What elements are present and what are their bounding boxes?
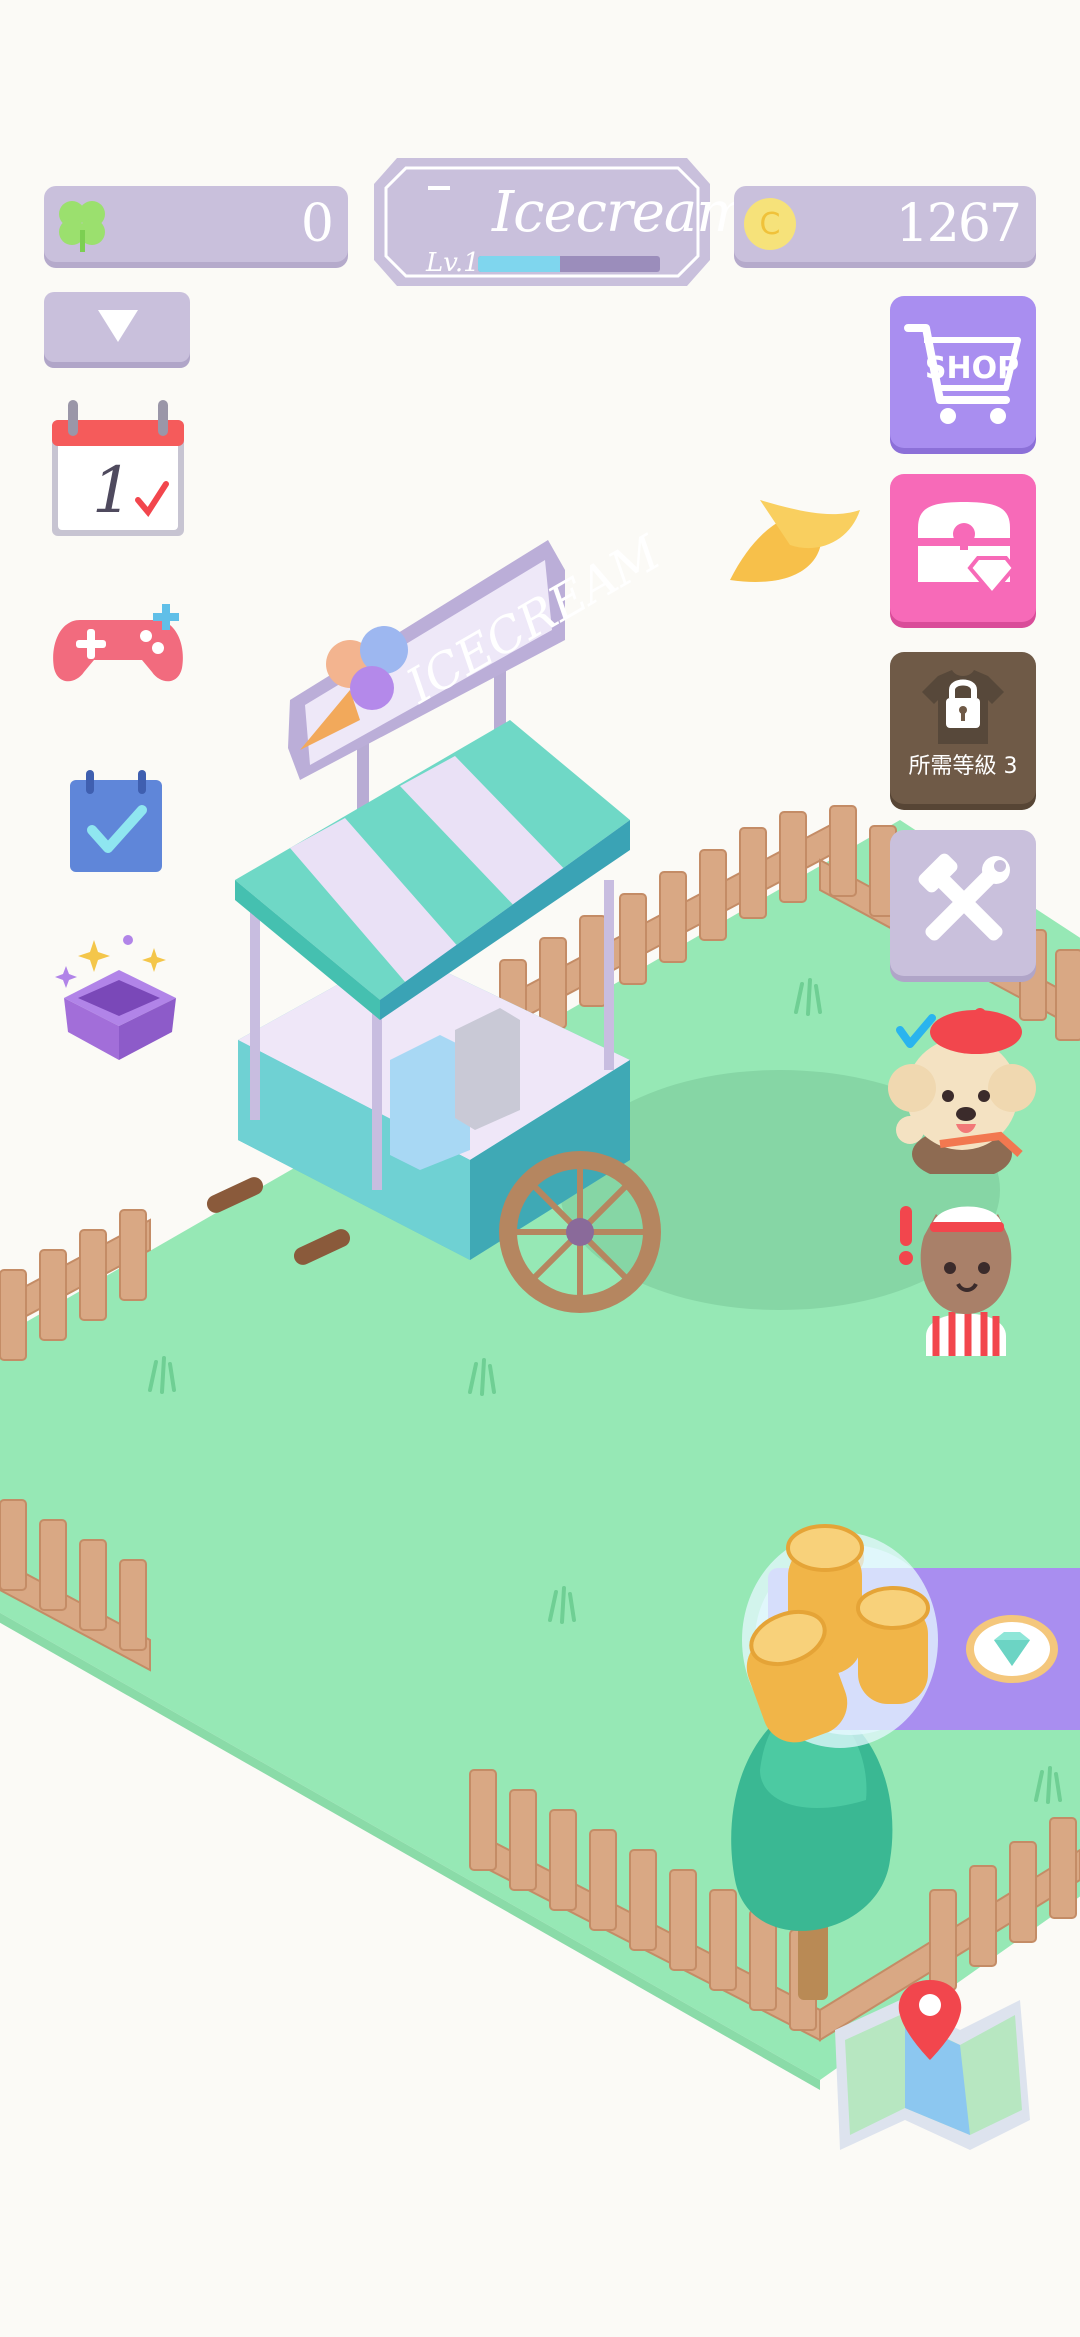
treasure-button[interactable] [890,474,1036,622]
coin-icon: C [744,198,796,250]
checklist-icon[interactable] [68,770,164,874]
shop-cart-icon: SHOP [904,324,1021,424]
stand-name: Icecream [492,180,749,245]
required-level-label: 所需等級 3 [908,754,1018,779]
shop-label: SHOP [925,351,1019,386]
clover-counter[interactable]: 0 [44,186,348,262]
dog-customer-icon[interactable] [880,1004,1040,1174]
calendar-icon[interactable]: 1 [50,400,186,538]
treasure-chest-icon [918,502,1017,598]
tools-icon [918,853,1010,941]
banana-icon [730,500,860,582]
gift-box-icon[interactable] [54,930,184,1066]
stand-title-plate[interactable]: Icecream Lv.1 [372,156,749,288]
cat-customer-icon[interactable] [896,1186,1036,1356]
gamepad-icon[interactable] [50,600,186,690]
lock-icon [922,670,1004,744]
calendar-day: 1 [92,454,133,528]
svg-text:C: C [760,207,781,242]
diamond-icon [966,1615,1058,1683]
level-label: Lv.1 [426,248,480,278]
collapse-menu-button[interactable] [44,292,190,362]
coin-count: 1267 [895,194,1022,254]
tools-button[interactable] [890,830,1036,976]
dropdown-arrow-icon [98,310,138,342]
clover-count: 0 [300,194,334,254]
coin-reward-icon[interactable] [740,1520,940,1760]
xp-progress-fill [478,256,560,272]
shop-button[interactable]: SHOP [890,296,1036,448]
coin-counter[interactable]: C 1267 [734,186,1036,262]
clover-icon [59,201,105,252]
locked-outfit-button[interactable]: 所需等級 3 [890,652,1036,804]
xp-progress-bar [478,256,660,272]
